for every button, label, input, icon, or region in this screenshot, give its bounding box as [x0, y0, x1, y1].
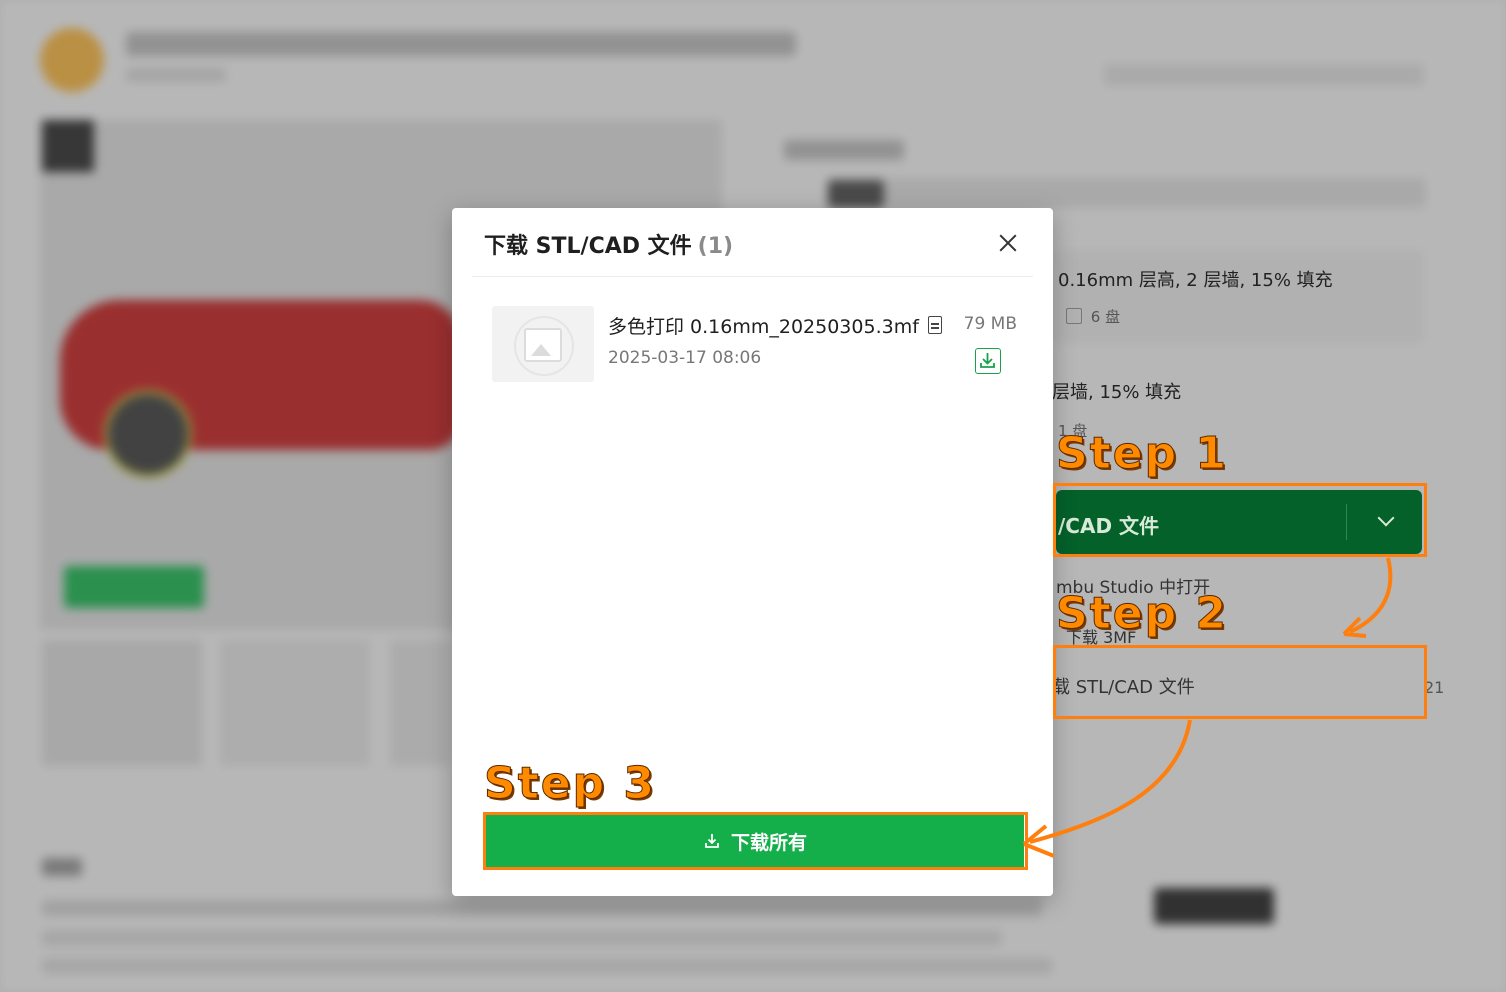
step-arrows: [1022, 557, 1393, 858]
arrow-step2-to-step3: [1029, 719, 1192, 844]
